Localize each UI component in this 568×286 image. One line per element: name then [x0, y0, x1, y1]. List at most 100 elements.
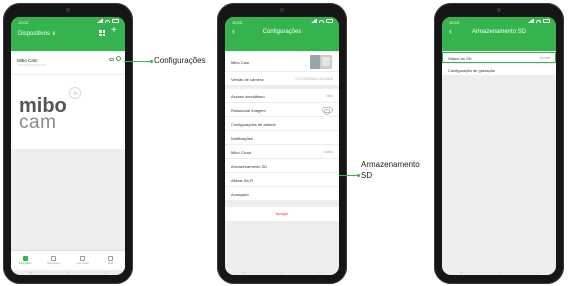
settings-label: Versão de câmera: [231, 77, 264, 82]
back-nav-icon[interactable]: ◁: [460, 270, 463, 275]
app-header: 10:03 ‹ Configurações: [225, 17, 339, 51]
home-nav-icon[interactable]: ○: [67, 270, 69, 275]
app-header: 10:03 ‹ Armazenamento SD: [442, 17, 556, 51]
callout-armazenamento-line2: SD: [361, 171, 373, 180]
settings-label: Configuração de gravação: [448, 68, 495, 73]
nav-label: Mensagem: [47, 262, 61, 265]
home-nav-icon[interactable]: ○: [498, 270, 500, 275]
back-nav-icon[interactable]: ◁: [29, 270, 32, 275]
callout-line: [339, 175, 359, 176]
settings-value: Visto: [325, 94, 333, 98]
settings-value: Normal: [539, 56, 550, 60]
phone-speaker: [280, 8, 284, 12]
page-title: Armazenamento SD: [471, 29, 527, 35]
status-icons: [528, 19, 550, 23]
status-time: 10:03: [18, 20, 29, 25]
android-nav-bar: ◁ ○ □: [11, 269, 125, 275]
wifi-icon: [536, 19, 541, 23]
message-icon: [51, 256, 57, 261]
back-nav-icon[interactable]: ◁: [243, 270, 246, 275]
android-nav-bar: ◁ ○ □: [225, 269, 339, 275]
device-icon: [22, 256, 28, 261]
battery-icon: [543, 19, 550, 23]
recents-nav-icon[interactable]: □: [319, 270, 321, 275]
grid-view-icon[interactable]: [99, 30, 105, 36]
settings-row-camera[interactable]: Mibo Cam: [225, 52, 339, 72]
recording-config-row[interactable]: Configuração de gravação: [442, 64, 556, 76]
settings-label: Acesso simultâneo: [231, 94, 265, 99]
settings-label: Status do SD: [448, 56, 472, 61]
camera-preview[interactable]: mibo cam: [11, 75, 125, 149]
settings-row-wifi[interactable]: Alterar Wi-Fi: [225, 173, 339, 187]
settings-label: Rotacionar imagem: [231, 108, 266, 113]
settings-row-version: Versão de câmera 2.3.0.003K004.0.0.21062…: [225, 72, 339, 86]
nav-label: Loja virtual: [75, 262, 89, 265]
settings-row-cloud[interactable]: Mibo Cloud Inativo: [225, 145, 339, 159]
settings-value: 2.3.0.003K004.0.0.210624: [295, 77, 333, 81]
settings-row-sd-storage[interactable]: Armazenamento SD: [225, 159, 339, 173]
settings-label: Armazenamento SD: [231, 164, 268, 169]
settings-list: Mibo Cam Versão de câmera 2.3.0.003K004.…: [225, 52, 339, 221]
sd-settings-list: Status do SD Normal Configuração de grav…: [442, 52, 556, 76]
devices-dropdown[interactable]: Dispositivos ∨: [18, 30, 56, 37]
status-icons: [97, 19, 119, 23]
settings-label: Notificações: [231, 136, 253, 141]
callout-configuracoes: Configurações: [154, 56, 206, 65]
page-title: Configurações: [262, 29, 302, 35]
camera-thumbnail: [310, 55, 332, 69]
signal-icon: [97, 19, 103, 23]
phone-speaker: [497, 8, 501, 12]
nav-item-mais[interactable]: Mais: [101, 256, 121, 265]
callout-armazenamento-line1: Armazenamento: [361, 160, 420, 169]
status-icons: [311, 19, 333, 23]
callout-line: [124, 61, 152, 62]
status-bar: 10:03: [225, 19, 339, 27]
rotate-toggle[interactable]: [322, 107, 333, 115]
settings-label: Alterar Wi-Fi: [231, 178, 254, 183]
sd-storage-screen: 10:03 ‹ Armazenamento SD Status do SD No…: [442, 17, 556, 275]
add-device-icon[interactable]: +: [111, 26, 117, 36]
status-bar: 10:03: [11, 19, 125, 27]
delete-button[interactable]: Apagar: [225, 207, 339, 221]
nav-item-dispositivo[interactable]: Dispositivo: [15, 256, 35, 265]
battery-icon: [112, 19, 119, 23]
settings-label: Avançado: [231, 192, 249, 197]
bottom-navigation: Dispositivo Mensagem Loja virtual Mais: [11, 250, 125, 270]
settings-row-alarm[interactable]: Configurações de alarme: [225, 117, 339, 131]
cloud-icon[interactable]: [109, 58, 114, 61]
settings-label: Mibo Cloud: [231, 150, 252, 155]
camera-subtitle-placeholder: [17, 64, 47, 66]
settings-row-advanced[interactable]: Avançado: [225, 187, 339, 201]
status-time: 10:03: [232, 20, 243, 25]
battery-icon: [326, 19, 333, 23]
more-icon: [108, 256, 114, 261]
devices-screen: 10:03 Dispositivos ∨ + Mibo Cam mibo cam: [11, 17, 125, 275]
play-icon[interactable]: [69, 87, 81, 99]
settings-row-access[interactable]: Acesso simultâneo Visto: [225, 89, 339, 103]
signal-icon: [311, 19, 317, 23]
nav-item-loja[interactable]: Loja virtual: [72, 256, 92, 265]
sd-status-row[interactable]: Status do SD Normal: [442, 52, 556, 64]
phone-devices: 10:03 Dispositivos ∨ + Mibo Cam mibo cam: [3, 3, 133, 284]
android-nav-bar: ◁ ○ □: [442, 269, 556, 275]
camera-name: Mibo Cam: [17, 58, 38, 63]
home-nav-icon[interactable]: ○: [281, 270, 283, 275]
phone-sd-storage: 10:03 ‹ Armazenamento SD Status do SD No…: [434, 3, 564, 284]
nav-item-mensagem[interactable]: Mensagem: [44, 256, 64, 265]
callout-dot: [150, 59, 153, 63]
phone-speaker: [66, 8, 70, 12]
settings-value: Inativo: [323, 150, 333, 154]
settings-screen: 10:03 ‹ Configurações Mibo Cam Versão de…: [225, 17, 339, 275]
wifi-icon: [105, 19, 110, 23]
wifi-icon: [319, 19, 324, 23]
settings-row-notifications[interactable]: Notificações: [225, 131, 339, 145]
recents-nav-icon[interactable]: □: [105, 270, 107, 275]
settings-gear-icon[interactable]: [116, 56, 121, 61]
recents-nav-icon[interactable]: □: [536, 270, 538, 275]
phone-settings: 10:03 ‹ Configurações Mibo Cam Versão de…: [217, 3, 347, 284]
settings-row-rotate[interactable]: Rotacionar imagem: [225, 103, 339, 117]
camera-list-item[interactable]: Mibo Cam: [11, 52, 125, 74]
cart-icon: [79, 256, 85, 261]
status-bar: 10:03: [442, 19, 556, 27]
signal-icon: [528, 19, 534, 23]
